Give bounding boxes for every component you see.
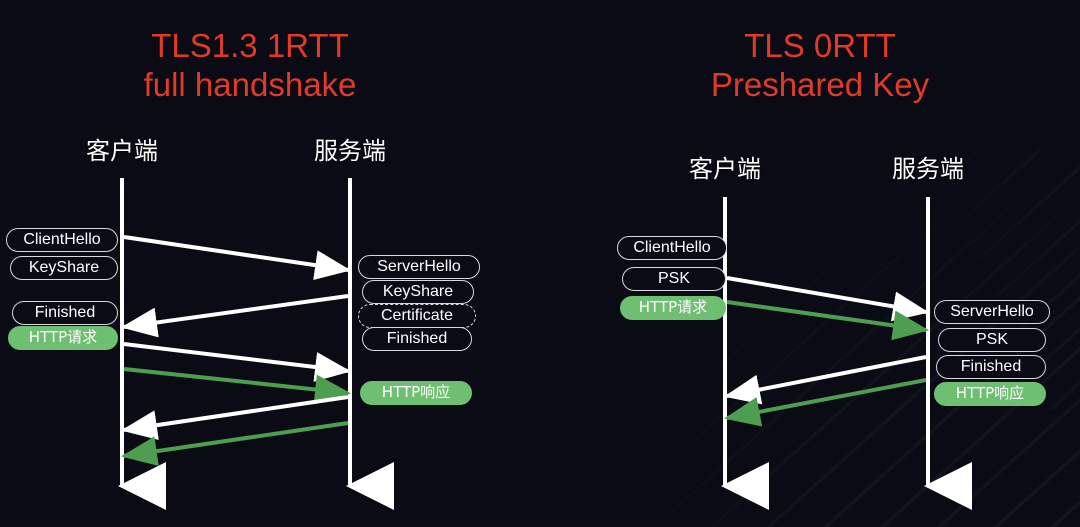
- left-client-actor-label: 客户端: [86, 137, 158, 165]
- left-server-actor-label: 服务端: [314, 137, 386, 165]
- right-client-actor-label: 客户端: [689, 155, 761, 183]
- right-server-message-http-response: HTTP响应: [934, 382, 1046, 406]
- left-server-message-http-response: HTTP响应: [360, 381, 472, 405]
- left-client-message-keyshare: KeyShare: [10, 256, 118, 280]
- left-server-message-keyshare: KeyShare: [362, 280, 474, 304]
- right-diagram-title: TLS 0RTT Preshared Key: [710, 27, 930, 103]
- left-server-message-certificate: Certificate: [358, 304, 476, 328]
- left-arrow-6-server-to-client-http-response: [121, 421, 349, 467]
- left-server-message-serverhello: ServerHello: [358, 255, 480, 279]
- left-arrow-1-client-to-server: [123, 235, 351, 281]
- right-arrow-1-client-to-server: [726, 276, 929, 322]
- right-server-actor-label: 服务端: [892, 155, 964, 183]
- left-arrow-4-client-to-server-http-request: [123, 367, 351, 405]
- left-client-message-clienthello: ClientHello: [6, 228, 118, 252]
- left-diagram-title: TLS1.3 1RTT full handshake: [143, 27, 357, 103]
- right-server-message-psk: PSK: [938, 328, 1046, 352]
- right-server-message-finished: Finished: [936, 355, 1046, 379]
- right-server-message-serverhello: ServerHello: [934, 300, 1050, 324]
- left-arrow-3-client-to-server: [123, 342, 351, 382]
- right-arrow-4-server-to-client-http-response: [724, 378, 927, 427]
- right-arrow-3-server-to-client: [724, 355, 927, 405]
- left-client-message-http-request: HTTP请求: [8, 326, 118, 350]
- right-client-message-psk: PSK: [622, 267, 726, 291]
- left-server-message-finished: Finished: [362, 327, 472, 351]
- left-arrow-2-server-to-client: [121, 294, 349, 338]
- left-arrow-5-server-to-client: [121, 395, 349, 441]
- right-client-message-http-request: HTTP请求: [620, 296, 726, 320]
- right-client-message-clienthello: ClientHello: [617, 236, 727, 260]
- slide-canvas: TLS1.3 1RTT full handshake TLS 0RTT Pres…: [0, 0, 1080, 527]
- right-arrow-2-client-to-server-http-request: [726, 300, 929, 341]
- left-client-message-finished: Finished: [12, 301, 118, 325]
